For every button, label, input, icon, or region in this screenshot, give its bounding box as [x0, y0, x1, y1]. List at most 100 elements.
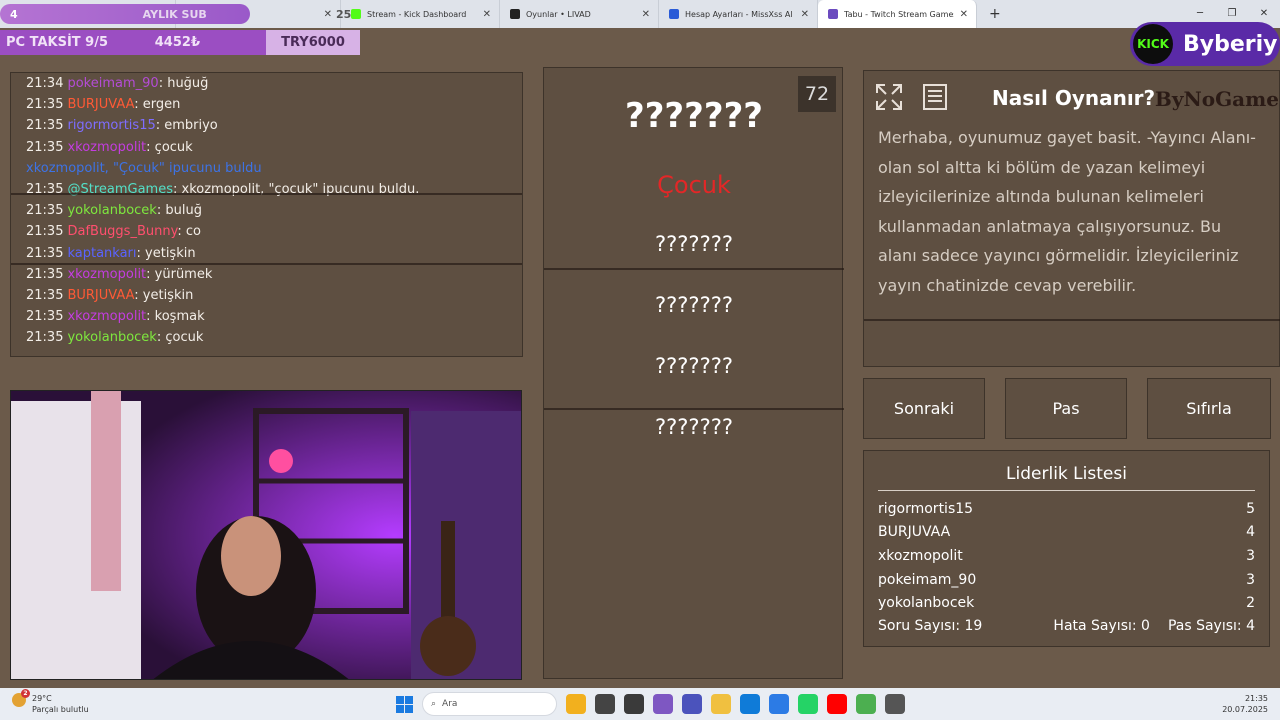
- chat-username[interactable]: BURJUVAA: [67, 97, 134, 112]
- chat-timestamp: 21:34: [26, 76, 64, 91]
- chat-text: : buluğ: [156, 203, 202, 219]
- chat-username[interactable]: pokeimam_90: [67, 76, 158, 91]
- close-tab-icon[interactable]: ✕: [483, 9, 491, 20]
- chat-username[interactable]: xkozmopolit: [67, 267, 146, 282]
- taskbar-app-icon[interactable]: [595, 694, 615, 714]
- taboo-word: ???????: [654, 354, 734, 378]
- wood-grain: [544, 268, 844, 270]
- tab-5[interactable]: Hesap Ayarları - MissXss Al Bot ✕: [659, 0, 818, 28]
- chat-timestamp: 21:35: [26, 330, 64, 346]
- chat-text: : huğuğ: [158, 76, 209, 91]
- player-score: 5: [1246, 500, 1255, 517]
- chat-username[interactable]: yokolanbocek: [67, 203, 156, 218]
- chat-message: 21:35 BURJUVAA: yetişkin: [26, 285, 522, 306]
- chat-username[interactable]: BURJUVAA: [67, 288, 134, 303]
- chat-timestamp: 21:35: [26, 309, 64, 325]
- question-count: Soru Sayısı: 19: [878, 618, 983, 635]
- weather-widget[interactable]: 2 29°C Parçalı bulutlu: [12, 689, 89, 715]
- search-placeholder: Ara: [442, 699, 458, 709]
- windows-taskbar: 2 29°C Parçalı bulutlu ⌕ Ara 21:35 20.07…: [0, 688, 1280, 720]
- temperature: 29°C: [32, 694, 52, 703]
- close-tab-icon[interactable]: ✕: [960, 9, 968, 20]
- close-tab-icon[interactable]: ✕: [324, 9, 332, 20]
- chat-messages: 21:34 pokeimam_90: huğuğ 21:35 BURJUVAA: er…: [26, 73, 522, 348]
- chat-text: : co: [177, 224, 201, 240]
- chat-text: : embriyo: [155, 118, 218, 134]
- taskbar-app-icon[interactable]: [566, 694, 586, 714]
- chat-text: : çocuk: [156, 330, 204, 346]
- player-score: 2: [1246, 595, 1255, 612]
- chat-username[interactable]: yokolanbocek: [67, 330, 156, 345]
- pass-count: Pas Sayısı: 4: [1167, 618, 1255, 635]
- chat-panel: 21:34 pokeimam_90: huğuğ 21:35 BURJUVAA: er…: [10, 72, 523, 357]
- tab-3[interactable]: Stream - Kick Dashboard ✕: [341, 0, 500, 28]
- webcam-image: [11, 391, 521, 679]
- chat-username[interactable]: xkozmopolit, "Çocuk" ipucunu buldu: [26, 161, 262, 176]
- taskbar-app-icon[interactable]: [856, 694, 876, 714]
- taskbar-app-icon[interactable]: [769, 694, 789, 714]
- taboo-word: Çocuk: [657, 171, 731, 199]
- wood-grain: [11, 263, 522, 265]
- taskbar-app-icon[interactable]: [827, 694, 847, 714]
- player-score: 3: [1246, 571, 1255, 588]
- fullscreen-icon[interactable]: [872, 80, 906, 114]
- sub-count: 4: [10, 7, 18, 21]
- chat-text: : ergen: [134, 97, 181, 113]
- windows-start-icon[interactable]: [396, 695, 413, 713]
- leaderboard-panel: Liderlik Listesi rigormortis15 5 BURJUVAA 4…: [863, 450, 1270, 647]
- system-clock[interactable]: 21:35 20.07.2025: [1222, 693, 1268, 715]
- tab-title: Stream - Kick Dashboard: [367, 9, 467, 19]
- chat-message: 21:34 pokeimam_90: huğuğ: [26, 73, 522, 94]
- pass-button[interactable]: Pas: [1005, 378, 1127, 439]
- clock-time: 21:35: [1244, 694, 1268, 703]
- taskbar-app-icon[interactable]: [711, 694, 731, 714]
- taskbar-apps: ⌕ Ara: [396, 692, 905, 716]
- tab-favicon-icon: [351, 9, 361, 19]
- close-tab-icon[interactable]: ✕: [801, 9, 809, 20]
- close-tab-icon[interactable]: ✕: [642, 9, 650, 20]
- chat-message: 21:35 DafBuggs_Bunny: co: [26, 221, 522, 242]
- wood-grain: [864, 319, 1280, 321]
- tab-favicon-icon: [669, 9, 679, 19]
- how-to-play-title: Nasıl Oynanır?: [992, 86, 1156, 110]
- taskbar-app-icon[interactable]: [798, 694, 818, 714]
- tab-4[interactable]: Oyunlar • LIVAD ✕: [500, 0, 659, 28]
- tab-6[interactable]: Tabu - Twitch Stream Games ✕: [818, 0, 977, 28]
- clock-date: 20.07.2025: [1222, 705, 1268, 714]
- chat-timestamp: 21:35: [26, 118, 64, 134]
- wood-grain: [11, 193, 522, 195]
- taskbar-search[interactable]: ⌕ Ara: [422, 692, 557, 716]
- next-button[interactable]: Sonraki: [863, 378, 985, 439]
- taskbar-app-icon[interactable]: [740, 694, 760, 714]
- bynogame-logo: ByNoGame: [1154, 87, 1279, 111]
- weather-badge: 2: [21, 689, 30, 698]
- how-to-play-text: Merhaba, oyunumuz gayet basit. -Yayıncı …: [878, 128, 1256, 295]
- new-tab-button[interactable]: +: [989, 6, 1001, 22]
- game-stats: Soru Sayısı: 19 Hata Sayısı: 0 Pas Sayıs…: [878, 615, 1255, 638]
- chat-username[interactable]: DafBuggs_Bunny: [67, 224, 177, 239]
- taskbar-app-icon[interactable]: [624, 694, 644, 714]
- taboo-word: ???????: [654, 232, 734, 256]
- taskbar-app-icon[interactable]: [682, 694, 702, 714]
- leaderboard-list: rigormortis15 5 BURJUVAA 4 xkozmopolit 3 pokei…: [878, 497, 1255, 615]
- chat-username[interactable]: kaptankarı: [67, 246, 136, 261]
- chat-username[interactable]: xkozmopolit: [67, 140, 146, 155]
- donation-goal-bar: PC TAKSİT 9/5 4452₺ TRY6000: [0, 30, 360, 55]
- taboo-word: ???????: [654, 415, 734, 439]
- leaderboard-row: yokolanbocek 2: [878, 591, 1255, 615]
- player-name: xkozmopolit: [878, 547, 963, 564]
- chat-timestamp: 21:35: [26, 203, 64, 219]
- document-icon[interactable]: [918, 80, 952, 114]
- sub-goal: 25: [336, 7, 352, 21]
- kick-channel-badge: KICK Byberiy: [1130, 22, 1280, 66]
- chat-username[interactable]: rigormortis15: [67, 118, 155, 133]
- tab-favicon-icon: [828, 9, 838, 19]
- taskbar-app-icon[interactable]: [885, 694, 905, 714]
- how-to-play-panel: Nasıl Oynanır? ByNoGame Merhaba, oyunumu…: [863, 70, 1280, 367]
- taskbar-app-icon[interactable]: [653, 694, 673, 714]
- player-name: rigormortis15: [878, 500, 974, 517]
- chat-timestamp: 21:35: [26, 224, 64, 240]
- chat-username[interactable]: xkozmopolit: [67, 309, 146, 324]
- tab-favicon-icon: [510, 9, 520, 19]
- reset-button[interactable]: Sıfırla: [1147, 378, 1271, 439]
